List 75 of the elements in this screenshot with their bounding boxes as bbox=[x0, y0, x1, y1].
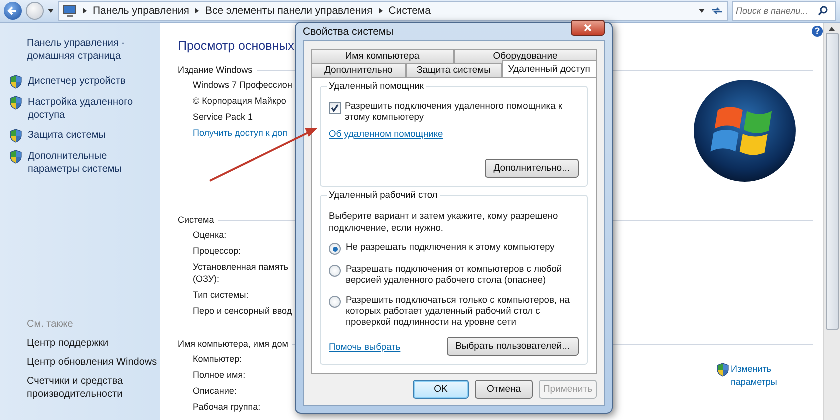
see-also-link[interactable]: Счетчики и средства производительности bbox=[27, 375, 160, 401]
info-label: Рабочая группа: bbox=[193, 401, 262, 413]
page-title: Просмотр основных bbox=[178, 39, 294, 55]
see-also-link[interactable]: Центр поддержки bbox=[27, 337, 160, 350]
sidebar-link[interactable]: Настройка удаленного доступа bbox=[28, 96, 160, 122]
info-label: Процессор: bbox=[193, 245, 242, 257]
dialog-button[interactable]: Отмена bbox=[475, 380, 533, 399]
tab[interactable]: Защита системы bbox=[406, 63, 502, 77]
select-users-button[interactable]: Выбрать пользователей... bbox=[446, 337, 579, 356]
info-label: Перо и сенсорный ввод bbox=[193, 305, 294, 317]
dropdown-caret-icon[interactable] bbox=[699, 9, 705, 13]
scrollbar[interactable] bbox=[823, 23, 840, 420]
info-label: Windows 7 Профессион bbox=[193, 79, 294, 91]
sidebar-link[interactable]: Защита системы bbox=[28, 129, 106, 142]
advanced-button[interactable]: Дополнительно... bbox=[484, 159, 579, 178]
section-heading: Система bbox=[178, 215, 214, 225]
sidebar-link[interactable]: Диспетчер устройств bbox=[28, 75, 126, 88]
section-heading: Издание Windows bbox=[178, 65, 253, 75]
checkbox-label[interactable]: Разрешить подключения удаленного помощника к этому компьютеру bbox=[345, 101, 579, 123]
checkbox[interactable] bbox=[329, 102, 341, 114]
info-label: Тип системы: bbox=[193, 289, 250, 301]
search-field[interactable]: Поиск в панели... bbox=[732, 1, 836, 21]
help-link[interactable]: Об удаленном помощнике bbox=[329, 129, 579, 139]
shield-icon bbox=[10, 96, 22, 110]
tab[interactable]: Имя компьютера bbox=[311, 49, 454, 63]
radio-label[interactable]: Разрешать подключения от компьютеров с любой версией удаленного рабочего стола (опаснее) bbox=[346, 264, 579, 286]
close-button[interactable] bbox=[571, 20, 605, 36]
radio-label[interactable]: Не разрешать подключения к этому компьютеру bbox=[346, 242, 555, 253]
help-link[interactable]: Помочь выбрать bbox=[329, 342, 401, 352]
group-title: Удаленный помощник bbox=[327, 81, 426, 91]
info-label: Полное имя: bbox=[193, 369, 247, 381]
chevron-icon[interactable] bbox=[195, 8, 200, 14]
computer-icon bbox=[63, 5, 77, 17]
info-label: Описание: bbox=[193, 385, 238, 397]
change-settings-link[interactable]: Изменить параметры bbox=[731, 363, 783, 389]
info-label: Оценка: bbox=[193, 229, 228, 241]
scroll-up-icon[interactable] bbox=[829, 27, 835, 31]
radio-label[interactable]: Разрешить подключаться только с компьютеров, на которых работает удаленный рабочий стол с проверкой подлинности на уровне сети bbox=[346, 295, 579, 328]
dialog-title: Свойства системы bbox=[303, 26, 395, 38]
breadcrumb[interactable]: Панель управления bbox=[93, 5, 190, 17]
info-link[interactable]: Получить доступ к доп bbox=[193, 127, 299, 139]
breadcrumb[interactable]: Система bbox=[388, 5, 431, 17]
shield-icon bbox=[717, 363, 729, 377]
help-button[interactable]: ? bbox=[812, 26, 823, 37]
info-label: Компьютер: bbox=[193, 353, 244, 365]
home-link[interactable]: Панель управления - домашняя страница bbox=[27, 37, 160, 63]
info-label: © Корпорация Майкро bbox=[193, 95, 288, 107]
sidebar-link[interactable]: Дополнительные параметры системы bbox=[28, 150, 160, 176]
radio-button[interactable] bbox=[329, 265, 341, 277]
see-also-link[interactable]: Центр обновления Windows bbox=[27, 356, 160, 369]
shield-icon bbox=[10, 150, 22, 164]
description-text: Выберите вариант и затем укажите, кому разрешено подключение, если нужно. bbox=[329, 210, 560, 234]
tab[interactable]: Дополнительно bbox=[311, 63, 406, 77]
chevron-icon[interactable] bbox=[83, 8, 87, 14]
chevron-icon[interactable] bbox=[378, 8, 383, 14]
search-icon bbox=[818, 6, 828, 16]
dialog-button[interactable]: OK bbox=[413, 380, 469, 399]
address-bar[interactable]: Панель управления Все элементы панели управления Система bbox=[58, 1, 728, 21]
info-label: Service Pack 1 bbox=[193, 111, 254, 123]
shield-icon bbox=[10, 75, 22, 89]
section-heading: Имя компьютера, имя дом bbox=[178, 339, 288, 349]
scroll-thumb[interactable] bbox=[826, 33, 838, 330]
tab[interactable]: Удаленный доступ bbox=[502, 60, 597, 77]
close-icon bbox=[584, 24, 592, 32]
search-input[interactable]: Поиск в панели... bbox=[736, 6, 816, 16]
radio-button[interactable] bbox=[329, 243, 341, 255]
breadcrumb[interactable]: Все элементы панели управления bbox=[205, 5, 373, 17]
dropdown-caret-icon[interactable] bbox=[48, 9, 54, 13]
radio-button[interactable] bbox=[329, 296, 341, 308]
back-button[interactable] bbox=[4, 2, 22, 20]
group-title: Удаленный рабочий стол bbox=[327, 190, 440, 200]
see-also-heading: См. также bbox=[27, 318, 74, 331]
shield-icon bbox=[10, 129, 22, 143]
refresh-icon[interactable] bbox=[711, 6, 723, 16]
info-label: Установленная память (ОЗУ): bbox=[193, 261, 290, 285]
